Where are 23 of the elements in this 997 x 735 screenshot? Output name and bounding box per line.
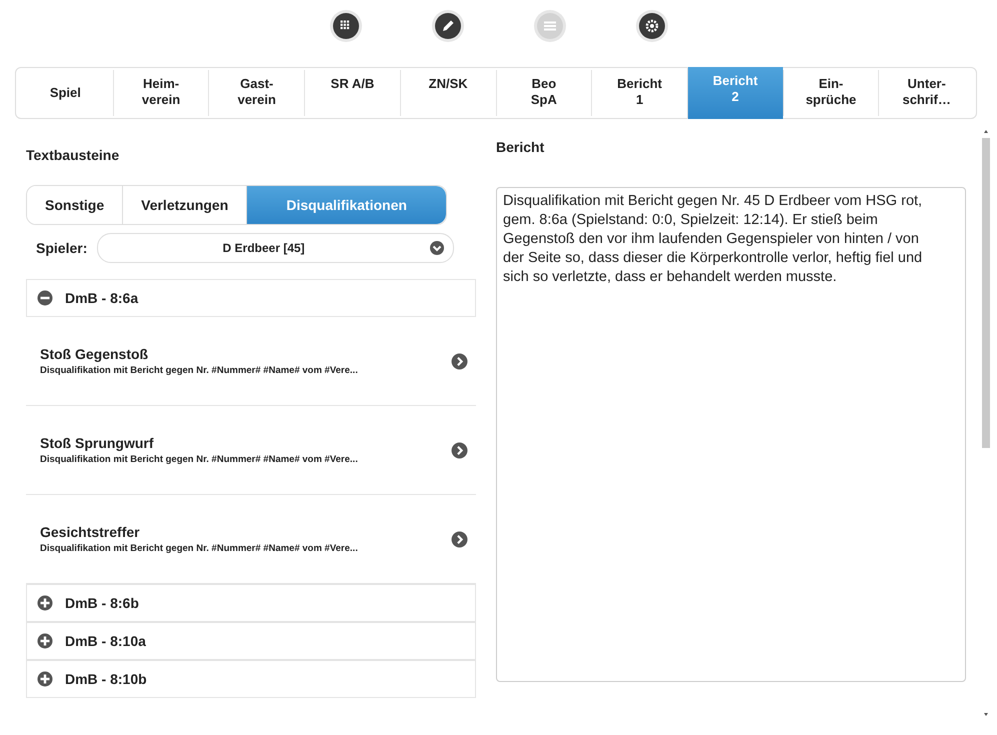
template-text: Disqualifikation mit Bericht gegen Nr. #Nummer# #Name# vom #Vere... xyxy=(40,543,359,554)
chevron-down-icon xyxy=(429,240,445,256)
grid-icon[interactable] xyxy=(332,13,358,39)
chevron-right-icon[interactable] xyxy=(451,442,468,458)
template-text: Disqualifikation mit Bericht gegen Nr. #Nummer# #Name# vom #Vere... xyxy=(40,454,359,465)
settings-icon[interactable] xyxy=(638,13,664,39)
report-field[interactable]: Disqualifikation mit Bericht gegen Nr. 45 D Erdbeer vom HSG rot, gem. 8:6a (Spielstand: 0:0, Spielzeit: 12:14). Er stieß beim Gegenstoß den vor ihm laufenden Gegenspieler von hinten / von der Seite so, dass dieser die Körperkontrolle verlor, heftig fiel und sich so verletzte, dass er behandelt werden musste. xyxy=(496,187,966,682)
group-header[interactable]: DmB - 8:6a xyxy=(26,279,476,317)
template-title: Gesichtstreffer xyxy=(40,524,141,540)
section-heading: Textbausteine xyxy=(26,147,120,165)
chevron-right-icon[interactable] xyxy=(451,530,468,548)
section-heading: Bericht xyxy=(496,139,546,157)
scrollbar[interactable] xyxy=(981,128,991,718)
field-label: Spieler: xyxy=(36,240,88,256)
group-header[interactable]: DmB - 8:10b xyxy=(26,660,476,698)
template-text: Disqualifikation mit Bericht gegen Nr. #Nummer# #Name# vom #Vere... xyxy=(40,365,359,376)
pencil-icon[interactable] xyxy=(434,13,460,39)
template-title: Stoß Gegenstoß xyxy=(40,346,150,362)
player-select[interactable]: D Erdbeer [45] xyxy=(97,233,454,263)
group-header[interactable]: DmB - 8:6b xyxy=(26,584,476,622)
template-title: Stoß Sprungwurf xyxy=(40,435,155,451)
chevron-right-icon[interactable] xyxy=(451,352,468,370)
group-header[interactable]: DmB - 8:10a xyxy=(26,622,476,660)
